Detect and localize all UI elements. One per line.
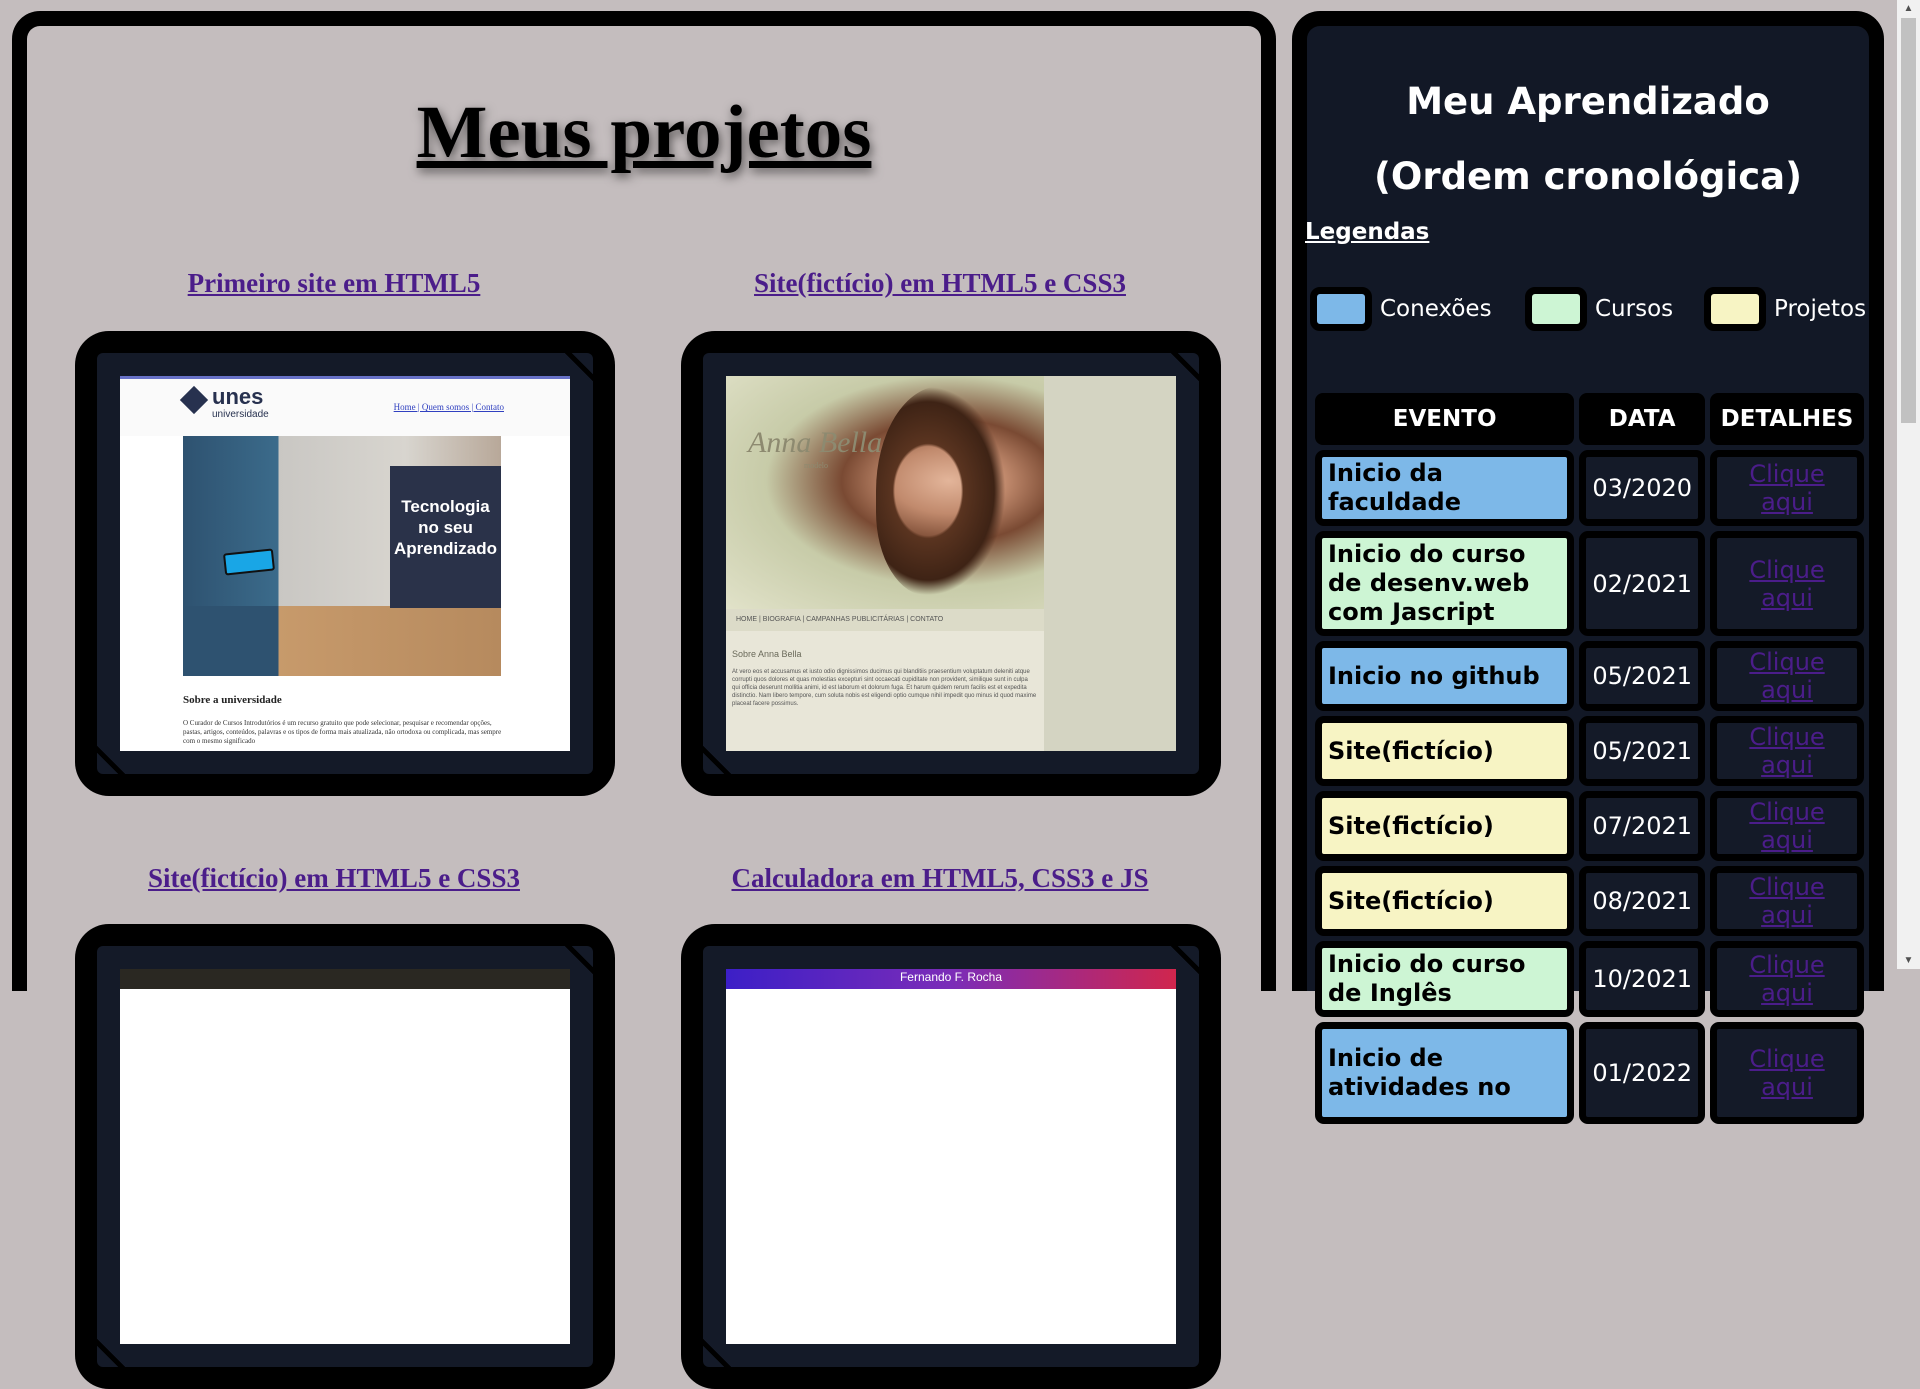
scroll-up-arrow-icon[interactable]: ▲ xyxy=(1897,0,1920,17)
legend-heading: Legendas xyxy=(1305,219,1430,245)
details-cell: Clique aqui xyxy=(1710,866,1864,936)
details-cell: Clique aqui xyxy=(1710,941,1864,1017)
preview-brand: Anna Bella xyxy=(748,426,883,459)
table-row: Site(fictício) 07/2021 Clique aqui xyxy=(1315,791,1864,861)
project-preview-3[interactable] xyxy=(120,969,570,1344)
preview-header: Fernando F. Rocha xyxy=(726,969,1176,989)
details-cell: Clique aqui xyxy=(1710,641,1864,711)
table-row: Inicio de atividades no 01/2022 Clique a… xyxy=(1315,1022,1864,1124)
table-row: Inicio do curso de Inglês 10/2021 Clique… xyxy=(1315,941,1864,1017)
preview-nav: HOME | BIOGRAFIA | CAMPANHAS PUBLICITÁRI… xyxy=(726,609,1044,631)
project-card-1[interactable]: unes universidade Home | Quem somos | Co… xyxy=(75,331,615,796)
legend-swatch-conexoes xyxy=(1310,287,1372,331)
project-preview-unes[interactable]: unes universidade Home | Quem somos | Co… xyxy=(120,376,570,751)
details-cell: Clique aqui xyxy=(1710,791,1864,861)
learning-panel: Meu Aprendizado (Ordem cronológica) Lege… xyxy=(1292,11,1884,1124)
preview-hero-text: Tecnologia no seu Aprendizado xyxy=(390,466,501,608)
table-row: Inicio da faculdade 03/2020 Clique aqui xyxy=(1315,450,1864,526)
preview-heading: Sobre a universidade xyxy=(183,694,282,706)
details-link[interactable]: Clique aqui xyxy=(1749,460,1824,516)
details-link[interactable]: Clique aqui xyxy=(1749,1045,1824,1101)
project-link-3[interactable]: Site(fictício) em HTML5 e CSS3 xyxy=(64,863,604,894)
details-cell: Clique aqui xyxy=(1710,1022,1864,1124)
project-card-frame xyxy=(97,946,593,1367)
event-cell: Site(fictício) xyxy=(1315,716,1575,786)
legend-label: Cursos xyxy=(1595,296,1674,322)
project-card-frame: unes universidade Home | Quem somos | Co… xyxy=(97,353,593,774)
details-link[interactable]: Clique aqui xyxy=(1749,951,1824,1007)
preview-sidebar xyxy=(1044,376,1176,751)
event-cell: Inicio no github xyxy=(1315,641,1575,711)
page-scrollbar[interactable]: ▲ ▼ xyxy=(1897,0,1920,969)
project-card-frame: Fernando F. Rocha xyxy=(703,946,1199,1367)
project-preview-anna[interactable]: Anna Bella modelo HOME | BIOGRAFIA | CAM… xyxy=(726,376,1176,751)
project-card-2[interactable]: Anna Bella modelo HOME | BIOGRAFIA | CAM… xyxy=(681,331,1221,796)
page-title: Meus projetos xyxy=(416,91,872,174)
project-link-2[interactable]: Site(fictício) em HTML5 e CSS3 xyxy=(670,268,1210,299)
table-row: Inicio no github 05/2021 Clique aqui xyxy=(1315,641,1864,711)
project-link-4[interactable]: Calculadora em HTML5, CSS3 e JS xyxy=(670,863,1210,894)
project-card-4[interactable]: Fernando F. Rocha xyxy=(681,924,1221,1389)
details-link[interactable]: Clique aqui xyxy=(1749,556,1824,612)
preview-photo-detail xyxy=(876,386,1006,596)
preview-brand-sub: universidade xyxy=(212,409,269,420)
preview-header xyxy=(120,969,570,989)
table-header-row: EVENTO DATA DETALHES xyxy=(1315,393,1864,445)
date-cell: 03/2020 xyxy=(1579,450,1706,526)
details-link[interactable]: Clique aqui xyxy=(1749,723,1824,779)
table-row: Site(fictício) 08/2021 Clique aqui xyxy=(1315,866,1864,936)
legend-swatch-cursos xyxy=(1525,287,1587,331)
preview-paragraph: At vero eos et accusamus et iusto odio d… xyxy=(732,669,1037,707)
project-card-frame: Anna Bella modelo HOME | BIOGRAFIA | CAM… xyxy=(703,353,1199,774)
event-cell: Inicio de atividades no xyxy=(1315,1022,1575,1124)
preview-heading: Sobre Anna Bella xyxy=(732,649,802,659)
preview-brand: unes xyxy=(212,384,264,409)
preview-tagline: modelo xyxy=(804,461,828,470)
event-cell: Site(fictício) xyxy=(1315,791,1575,861)
details-cell: Clique aqui xyxy=(1710,716,1864,786)
date-cell: 02/2021 xyxy=(1579,531,1706,636)
date-cell: 07/2021 xyxy=(1579,791,1706,861)
project-card-3[interactable] xyxy=(75,924,615,1389)
date-cell: 08/2021 xyxy=(1579,866,1706,936)
details-cell: Clique aqui xyxy=(1710,450,1864,526)
legend-label: Conexões xyxy=(1380,296,1492,322)
timeline-table: EVENTO DATA DETALHES Inicio da faculdade… xyxy=(1310,388,1869,1129)
learning-title-line1: Meu Aprendizado xyxy=(1406,80,1770,123)
legend-item-conexoes: Conexões xyxy=(1310,284,1492,334)
table-row: Site(fictício) 05/2021 Clique aqui xyxy=(1315,716,1864,786)
learning-title: Meu Aprendizado (Ordem cronológica) xyxy=(1307,64,1869,214)
legend-item-projetos: Projetos xyxy=(1704,284,1866,334)
details-cell: Clique aqui xyxy=(1710,531,1864,636)
details-link[interactable]: Clique aqui xyxy=(1749,648,1824,704)
date-cell: 01/2022 xyxy=(1579,1022,1706,1124)
details-link[interactable]: Clique aqui xyxy=(1749,873,1824,929)
preview-nav: Home | Quem somos | Contato xyxy=(393,402,504,412)
projects-panel: Meus projetos Primeiro site em HTML5 Sit… xyxy=(12,11,1276,1389)
date-cell: 10/2021 xyxy=(1579,941,1706,1017)
learning-title-line2: (Ordem cronológica) xyxy=(1373,155,1803,198)
project-preview-calc[interactable]: Fernando F. Rocha xyxy=(726,969,1176,1344)
legend-swatch-projetos xyxy=(1704,287,1766,331)
project-link-1[interactable]: Primeiro site em HTML5 xyxy=(64,268,604,299)
table-row: Inicio do curso de desenv.web com Jascri… xyxy=(1315,531,1864,636)
event-cell: Inicio da faculdade xyxy=(1315,450,1575,526)
column-header-data: DATA xyxy=(1579,393,1706,445)
preview-paragraph: O Curador de Cursos Introdutórios é um r… xyxy=(183,719,502,745)
column-header-detalhes: DETALHES xyxy=(1710,393,1864,445)
scroll-down-arrow-icon[interactable]: ▼ xyxy=(1897,952,1920,969)
event-cell: Inicio do curso de desenv.web com Jascri… xyxy=(1315,531,1575,636)
column-header-evento: EVENTO xyxy=(1315,393,1575,445)
legend-label: Projetos xyxy=(1774,296,1867,322)
event-cell: Site(fictício) xyxy=(1315,866,1575,936)
legend-item-cursos: Cursos xyxy=(1525,284,1673,334)
event-cell: Inicio do curso de Inglês xyxy=(1315,941,1575,1017)
details-link[interactable]: Clique aqui xyxy=(1749,798,1824,854)
date-cell: 05/2021 xyxy=(1579,641,1706,711)
scrollbar-thumb[interactable] xyxy=(1901,18,1916,423)
date-cell: 05/2021 xyxy=(1579,716,1706,786)
